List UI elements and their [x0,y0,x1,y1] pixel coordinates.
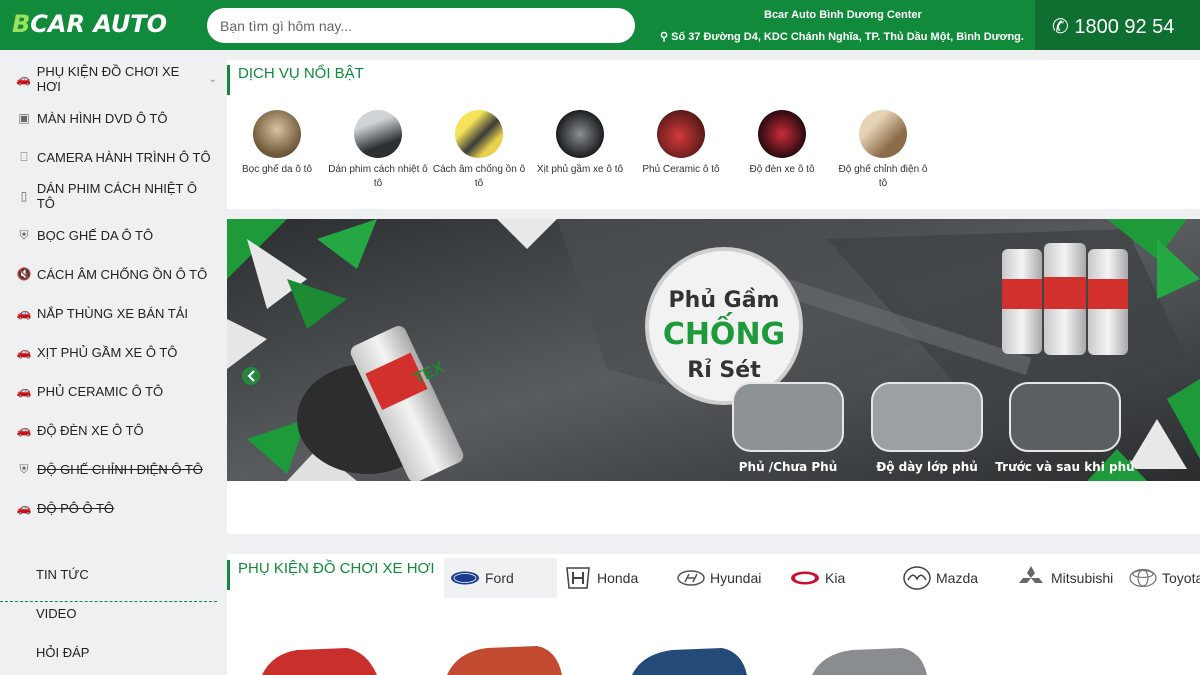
product-car-2[interactable] [447,646,562,675]
ford-logo-icon [451,571,479,585]
section-title-accessories: PHỤ KIỆN ĐỒ CHƠI XE HƠI [227,560,435,590]
product-thumbnails [262,646,927,675]
service-undercoating[interactable]: Xịt phủ gầm xe ô tô [530,110,630,177]
service-ceramic[interactable]: Phủ Ceramic ô tô [631,110,731,177]
service-image [253,110,301,158]
link-video[interactable]: VIDEO [36,606,76,621]
phone-icon: ✆ [1052,16,1069,38]
product-car-4[interactable] [812,648,927,675]
brand-tab-toyota[interactable]: Toyota [1123,558,1200,598]
brand-tab-mazda[interactable]: Mazda [897,558,1010,598]
brand-tab-honda[interactable]: Honda [558,558,671,598]
car-icon: 🚗 [16,306,32,320]
promo-banner[interactable]: TEX Phủ Gầm CHỐNG Rỉ Sét Phủ /Chưa Phủ Đ… [227,219,1200,481]
link-faq[interactable]: HỎI ĐÁP [36,645,89,660]
service-lights[interactable]: Độ đèn xe ô tô [732,110,832,177]
center-address: ⚲ Số 37 Đường D4, KDC Chánh Nghĩa, TP. T… [660,31,1024,43]
service-leather-seat[interactable]: Bọc ghế da ô tô [227,110,327,177]
category-power-seat[interactable]: ⛨ ĐỘ GHẾ CHỈNH ĐIỆN Ô TÔ [14,458,202,480]
sidebar-divider [0,601,217,602]
service-image [556,110,604,158]
brand-tab-kia[interactable]: Kia [784,558,897,598]
banner-headline-2: CHỐNG [663,311,785,352]
product-car-3[interactable] [632,648,747,675]
banner-thumb-label-3: Trước và sau khi phủ [995,460,1134,474]
car-icon: 🚗 [16,501,32,515]
mazda-logo-icon [903,566,931,590]
location-pin-icon: ⚲ [660,31,669,43]
search-input[interactable] [207,8,635,43]
camera-icon: ⎕ [20,149,28,164]
seat-icon: ⛨ [19,227,29,242]
service-image [455,110,503,158]
car-icon: 🚗 [16,72,32,86]
banner-footer-space [227,481,1200,534]
category-undercoating[interactable]: 🚗 XỊT PHỦ GẦM XE Ô TÔ [14,341,178,363]
mitsubishi-logo-icon [1019,566,1043,583]
car-icon: 🚗 [16,423,32,437]
toyota-logo-icon [1129,568,1157,588]
category-accessories[interactable]: 🚗 PHỤ KIỆN ĐỒ CHƠI XE HƠI ⌄ [14,64,217,94]
category-dash-camera[interactable]: ⎕ CAMERA HÀNH TRÌNH Ô TÔ [14,146,210,168]
category-exhaust[interactable]: 🚗 ĐỘ PÔ Ô TÔ [14,497,115,519]
screen-icon: ▣ [18,111,30,125]
service-image [354,110,402,158]
link-news[interactable]: TIN TỨC [36,567,89,582]
car-icon: 🚗 [16,345,32,359]
category-sidebar: 🚗 PHỤ KIỆN ĐỒ CHƠI XE HƠI ⌄ ▣ MÀN HÌNH DVD … [0,50,217,675]
center-name: Bcar Auto Bình Dương Center [764,9,922,21]
site-header: BCAR AUTO Bcar Auto Bình Dương Center ⚲ … [0,0,1200,50]
banner-thumb-label-2: Độ dày lớp phủ [876,460,978,474]
category-dvd-screen[interactable]: ▣ MÀN HÌNH DVD Ô TÔ [14,107,167,129]
service-image [758,110,806,158]
banner-artwork: TEX Phủ Gầm CHỐNG Rỉ Sét Phủ /Chưa Phủ Đ… [227,219,1200,481]
hyundai-logo-icon [677,570,705,586]
service-soundproofing[interactable]: Cách âm chống ồn ô tô [429,110,529,191]
accessories-section: PHỤ KIỆN ĐỒ CHƠI XE HƠI Ford Honda Hyund… [227,554,1200,675]
banner-headline-1: Phủ Gầm [669,288,780,313]
featured-services: DỊCH VỤ NỔI BẬT Bọc ghế da ô tô Dán phim… [227,60,1200,209]
brand-tab-ford[interactable]: Ford [444,558,557,598]
category-ceramic[interactable]: 🚗 PHỦ CERAMIC Ô TÔ [14,380,164,402]
product-car-1[interactable] [262,648,377,675]
section-title-featured: DỊCH VỤ NỔI BẬT [227,65,364,95]
category-window-film[interactable]: ▯ DÁN PHIM CÁCH NHIỆT Ô TÔ [14,181,217,211]
brand-tab-hyundai[interactable]: Hyundai [671,558,784,598]
category-soundproofing[interactable]: 🔇 CÁCH ÂM CHỐNG ỒN Ô TÔ [14,263,208,285]
hotline[interactable]: ✆ 1800 92 54 [1035,0,1200,50]
hotline-number: 1800 92 54 [1074,16,1175,38]
service-image [657,110,705,158]
banner-prev-arrow[interactable] [242,367,260,385]
honda-logo-icon [566,567,590,589]
kia-logo-icon [791,571,819,585]
category-lights[interactable]: 🚗 ĐỘ ĐÈN XE Ô TÔ [14,419,144,441]
service-window-film[interactable]: Dán phim cách nhiệt ô tô [328,110,428,191]
mute-icon: 🔇 [16,267,32,281]
service-image [859,110,907,158]
banner-thumb-label-1: Phủ /Chưa Phủ [739,460,838,474]
category-pickup-cover[interactable]: 🚗 NẮP THÙNG XE BÁN TẢI [14,302,188,324]
service-power-seat[interactable]: Độ ghế chỉnh điện ô tô [833,110,933,191]
category-leather-seat[interactable]: ⛨ BỌC GHẾ DA Ô TÔ [14,224,153,246]
banner-headline-3: Rỉ Sét [687,358,761,383]
site-logo[interactable]: BCAR AUTO [12,10,167,38]
seat-icon: ⛨ [19,461,29,476]
chevron-down-icon: ⌄ [208,73,217,85]
film-icon: ▯ [20,189,28,203]
car-icon: 🚗 [16,384,32,398]
brand-tab-mitsubishi[interactable]: Mitsubishi [1010,558,1123,598]
